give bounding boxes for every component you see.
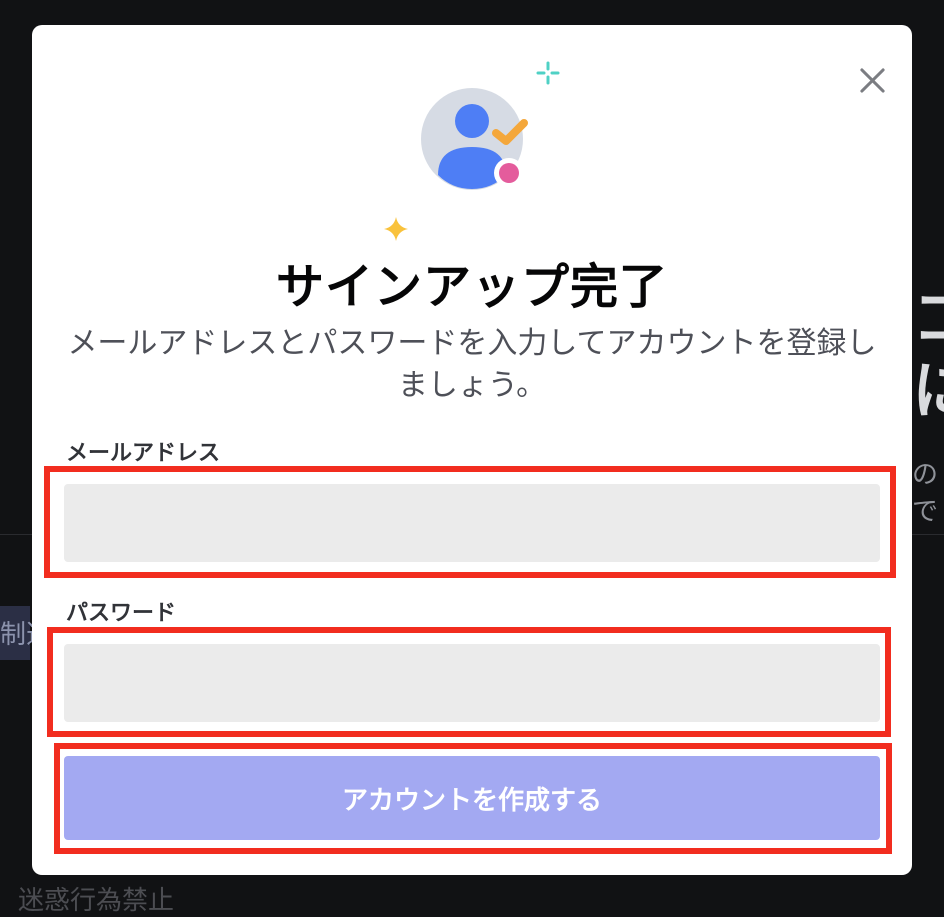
background-text-fragment: ので (912, 460, 939, 527)
page-title: サインアップ完了 (275, 259, 668, 315)
email-field[interactable] (64, 484, 880, 562)
sparkle-teal-icon (536, 61, 560, 85)
background-heading-fragment-1: コ (912, 282, 944, 355)
background-bottom-text: 迷惑行為禁止 (18, 886, 175, 916)
close-icon[interactable] (850, 59, 894, 103)
signup-modal: サインアップ完了 メールアドレスとパスワードを入力してアカウントを登録しましょう… (32, 25, 912, 875)
page-subtitle: メールアドレスとパスワードを入力してアカウントを登録しましょう。 (67, 326, 877, 403)
user-avatar-check-icon (384, 61, 560, 241)
password-label: パスワード (66, 601, 177, 626)
create-account-button[interactable]: アカウントを作成する (64, 756, 880, 840)
background-heading-fragment-2: に (912, 354, 944, 427)
email-label: メールアドレス (66, 441, 221, 466)
password-field[interactable] (64, 644, 880, 722)
